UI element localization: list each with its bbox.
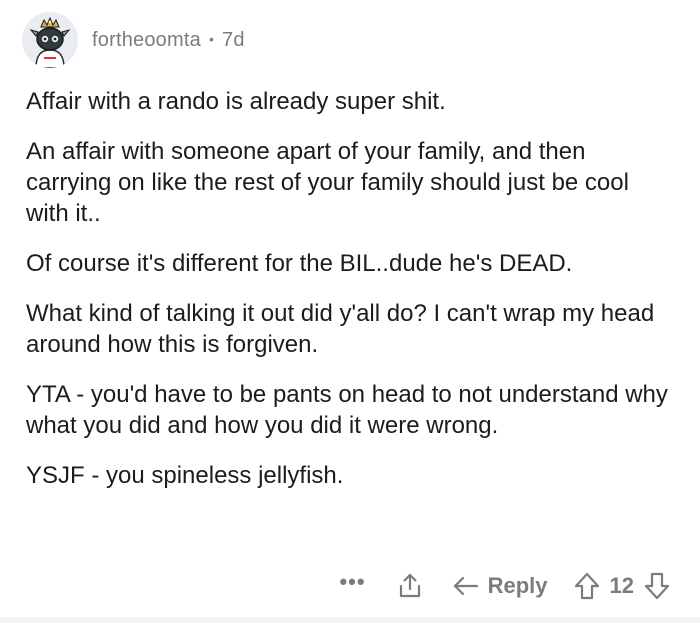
downvote-arrow-icon bbox=[644, 572, 670, 600]
comment-paragraph: An affair with someone apart of your fam… bbox=[26, 138, 629, 227]
reply-button[interactable]: Reply bbox=[452, 573, 548, 599]
reply-label: Reply bbox=[487, 573, 548, 598]
meta-separator: • bbox=[208, 31, 215, 47]
share-icon bbox=[399, 573, 420, 598]
downvote-button[interactable] bbox=[644, 572, 670, 600]
user-avatar[interactable] bbox=[22, 12, 78, 68]
comment-card: fortheoomta • 7d Affair with a rando is … bbox=[0, 0, 700, 623]
share-button[interactable] bbox=[396, 572, 424, 600]
more-options-icon[interactable]: ••• bbox=[339, 569, 365, 595]
snoo-avatar-icon bbox=[22, 12, 78, 68]
comment-meta: fortheoomta • 7d bbox=[92, 29, 245, 52]
comment-header: fortheoomta • 7d bbox=[22, 10, 245, 70]
comment-paragraph: Affair with a rando is already super shi… bbox=[26, 88, 446, 115]
upvote-arrow-icon bbox=[574, 572, 599, 600]
comment-paragraph: YSJF - you spineless jellyfish. bbox=[26, 462, 344, 489]
comment-body: Affair with a rando is already super shi… bbox=[26, 86, 676, 510]
comment-paragraph: Of course it's different for the BIL..du… bbox=[26, 250, 573, 277]
upvote-button[interactable] bbox=[574, 572, 600, 600]
author-username[interactable]: fortheoomta bbox=[92, 29, 201, 52]
comment-paragraph: YTA - you'd have to be pants on head to … bbox=[26, 381, 668, 439]
comment-paragraph: What kind of talking it out did y'all do… bbox=[26, 300, 655, 358]
comment-actions: ••• Reply 12 bbox=[339, 566, 670, 606]
comment-age: 7d bbox=[222, 28, 245, 51]
reply-arrow-icon bbox=[453, 576, 478, 596]
vote-count: 12 bbox=[609, 573, 634, 598]
bottom-divider bbox=[0, 617, 700, 623]
